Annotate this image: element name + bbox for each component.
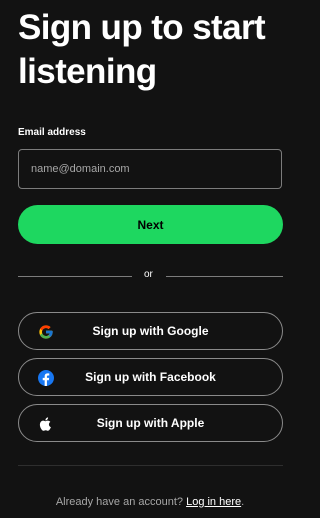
login-suffix: .	[241, 496, 245, 508]
facebook-signup-button[interactable]: Sign up with Facebook	[18, 358, 283, 396]
apple-signup-label: Sign up with Apple	[96, 416, 205, 430]
google-signup-button[interactable]: Sign up with Google	[18, 312, 283, 350]
email-field[interactable]	[18, 149, 282, 189]
bottom-divider	[18, 465, 283, 466]
login-prompt-text: Already have an account?	[55, 496, 184, 508]
google-signup-label: Sign up with Google	[92, 324, 209, 338]
login-prompt: Already have an account? Log in here.	[0, 496, 300, 508]
or-divider: or	[18, 269, 283, 285]
apple-signup-button[interactable]: Sign up with Apple	[18, 404, 283, 442]
divider-text: or	[144, 269, 153, 280]
signup-page: Sign up to start listening Email address…	[0, 0, 300, 518]
login-link[interactable]: Log in here	[186, 496, 241, 508]
divider-line-left	[18, 276, 132, 277]
email-label: Email address	[18, 127, 86, 138]
divider-line-right	[166, 276, 283, 277]
page-title: Sign up to start listening	[18, 8, 266, 91]
facebook-signup-label: Sign up with Facebook	[85, 370, 216, 384]
next-button[interactable]: Next	[18, 205, 283, 244]
